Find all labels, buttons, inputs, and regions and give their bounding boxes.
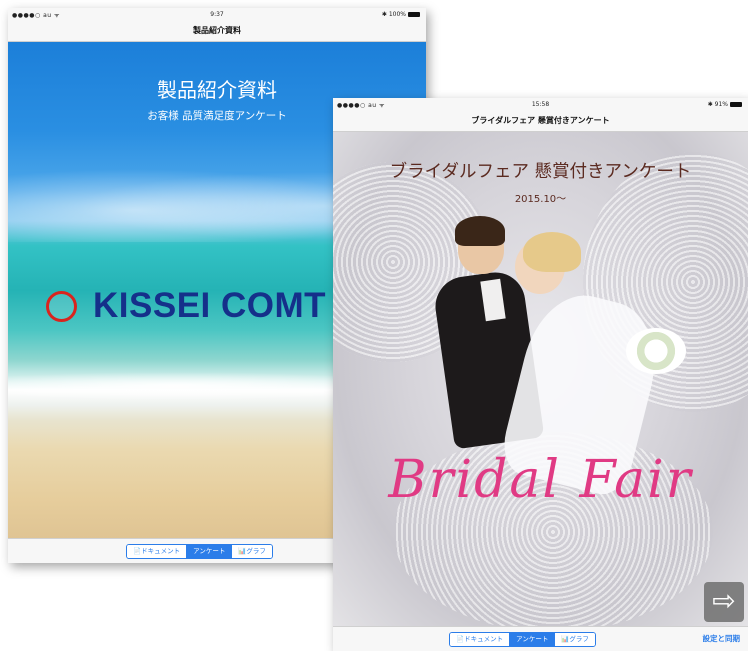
- kissei-logo-icon: [46, 291, 77, 322]
- status-bar: ●●●●○ au ᯤ 9:37 ✱ 100%: [8, 8, 426, 21]
- status-bar: ●●●●○ au ᯤ 15:58 ✱ 91%: [333, 98, 748, 111]
- battery-label: ✱ 100%: [381, 11, 406, 18]
- status-time: 15:58: [531, 101, 550, 108]
- bridal-cover-image: ブライダルフェア 懸賞付きアンケート 2015.10～ Bridal Fair …: [333, 132, 748, 627]
- settings-sync-button[interactable]: 設定と同期: [703, 632, 741, 645]
- next-arrow-icon[interactable]: ⇨: [704, 582, 744, 622]
- tab-survey[interactable]: アンケート: [509, 633, 555, 646]
- company-logo-text: KISSEI COMT: [93, 286, 327, 325]
- nav-title: ブライダルフェア 懸賞付きアンケート: [333, 111, 748, 132]
- bride-hair: [523, 232, 581, 272]
- tab-survey[interactable]: アンケート: [186, 545, 232, 558]
- tab-document[interactable]: 📄ドキュメント: [450, 633, 510, 646]
- tab-graph[interactable]: 📊グラフ: [554, 633, 595, 646]
- tablet-screen-bridal-survey: ●●●●○ au ᯤ 15:58 ✱ 91% ブライダルフェア 懸賞付きアンケー…: [333, 98, 748, 651]
- battery-icon: [730, 102, 742, 107]
- battery-icon: [408, 12, 420, 17]
- mode-segmented-control: 📄ドキュメント アンケート 📊グラフ: [449, 632, 596, 647]
- tab-graph[interactable]: 📊グラフ: [231, 545, 272, 558]
- battery-label: ✱ 91%: [707, 101, 728, 108]
- cover-subtitle: 2015.10～: [514, 194, 567, 205]
- cover-title: ブライダルフェア 懸賞付きアンケート: [389, 162, 692, 182]
- tab-document[interactable]: 📄ドキュメント: [127, 545, 187, 558]
- battery-status: ✱ 100%: [382, 11, 420, 18]
- groom-hair: [455, 216, 505, 246]
- battery-status: ✱ 91%: [708, 101, 742, 108]
- bottom-toolbar: 📄ドキュメント アンケート 📊グラフ 設定と同期: [333, 626, 748, 651]
- mode-segmented-control: 📄ドキュメント アンケート 📊グラフ: [126, 544, 273, 559]
- nav-title: 製品紹介資料: [8, 21, 426, 42]
- status-time: 9:37: [210, 11, 224, 18]
- bridal-fair-script: Bridal Fair: [388, 450, 693, 510]
- bouquet: [626, 328, 686, 374]
